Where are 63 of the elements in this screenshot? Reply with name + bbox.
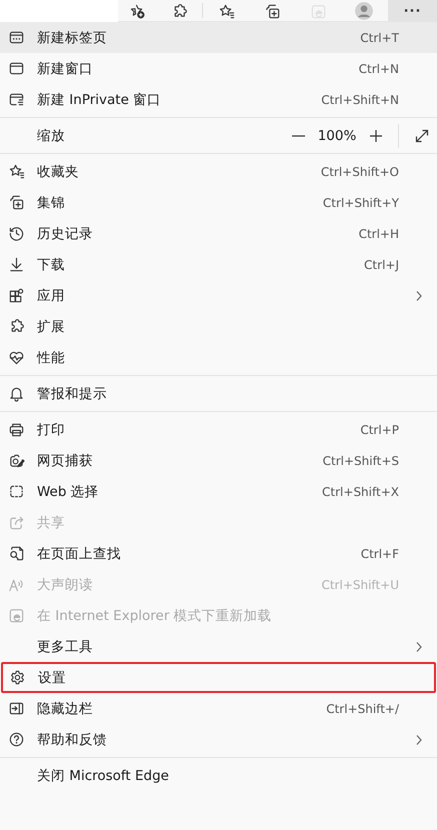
help-icon bbox=[8, 731, 25, 748]
settings-icon bbox=[9, 669, 26, 686]
shortcut-text: Ctrl+Shift+/ bbox=[326, 702, 399, 716]
menu-item[interactable]: 新建窗口 Ctrl+N bbox=[0, 53, 437, 84]
shortcut-text: Ctrl+Shift+U bbox=[321, 578, 399, 592]
apps-icon bbox=[8, 287, 25, 304]
shortcut-text: Ctrl+Shift+N bbox=[321, 92, 399, 106]
menu-item[interactable]: 下载 Ctrl+J bbox=[0, 249, 437, 280]
menu-item[interactable]: 扩展 bbox=[0, 311, 437, 342]
shortcut-text: Ctrl+N bbox=[358, 62, 399, 76]
shortcut-text: Ctrl+T bbox=[360, 30, 399, 44]
find-icon bbox=[8, 545, 25, 562]
collections-icon bbox=[264, 2, 280, 20]
menu-item[interactable]: 设置 bbox=[1, 662, 436, 693]
private-window-icon bbox=[8, 91, 25, 108]
ie-icon bbox=[8, 607, 25, 624]
menu-item[interactable]: 应用 bbox=[0, 280, 437, 311]
shortcut-text: Ctrl+Shift+X bbox=[322, 484, 399, 498]
shortcut-text: Ctrl+Shift+S bbox=[322, 454, 399, 468]
menu-item[interactable]: 打印 Ctrl+P bbox=[0, 414, 437, 445]
plus-icon bbox=[368, 128, 384, 144]
camera-pen-icon bbox=[8, 452, 25, 469]
menu-item[interactable]: 历史记录 Ctrl+H bbox=[0, 218, 437, 249]
zoom-level: 100% bbox=[316, 128, 358, 144]
more-button[interactable]: ··· bbox=[388, 0, 437, 22]
shortcut-text: Ctrl+Shift+Y bbox=[322, 196, 399, 210]
sidebar-icon bbox=[8, 700, 25, 717]
history-icon bbox=[8, 225, 25, 242]
shortcut-text: Ctrl+J bbox=[364, 258, 399, 272]
menu-item[interactable]: 更多工具 bbox=[0, 631, 437, 662]
download-icon bbox=[8, 256, 25, 273]
zoom-label: 缩放 bbox=[37, 126, 65, 144]
dashed-selection-icon bbox=[8, 483, 25, 500]
favorites-icon bbox=[8, 163, 25, 180]
menu-item[interactable]: 网页捕获 Ctrl+Shift+S bbox=[0, 445, 437, 476]
share-icon bbox=[8, 514, 25, 531]
menu-item[interactable]: 在页面上查找 Ctrl+F bbox=[0, 538, 437, 569]
window-icon bbox=[8, 60, 25, 77]
menu-item[interactable]: 帮助和反馈 bbox=[0, 724, 437, 755]
favorites-icon bbox=[218, 2, 234, 20]
avatar-icon bbox=[354, 1, 374, 21]
window-icon bbox=[8, 29, 25, 46]
star-plus-icon bbox=[128, 2, 146, 20]
menu-item[interactable]: 新建 InPrivate 窗口 Ctrl+Shift+N bbox=[0, 84, 437, 115]
menu-item[interactable]: 收藏夹 Ctrl+Shift+O bbox=[0, 156, 437, 187]
shortcut-text: Ctrl+H bbox=[358, 226, 399, 240]
menu-item[interactable]: 集锦 Ctrl+Shift+Y bbox=[0, 187, 437, 218]
menu-item[interactable]: Web 选择 Ctrl+Shift+X bbox=[0, 476, 437, 507]
menu-item[interactable]: 性能 bbox=[0, 342, 437, 373]
expand-icon bbox=[414, 128, 430, 144]
shortcut-text: Ctrl+Shift+O bbox=[320, 164, 399, 178]
minus-icon bbox=[292, 134, 304, 136]
menu-item[interactable]: 关闭 Microsoft Edge bbox=[0, 760, 437, 791]
collections-icon bbox=[8, 194, 25, 211]
menu-item[interactable]: 警报和提示 bbox=[0, 378, 437, 409]
shortcut-text: Ctrl+P bbox=[360, 422, 399, 436]
menu-item[interactable]: 隐藏边栏 Ctrl+Shift+/ bbox=[0, 693, 437, 724]
bell-icon bbox=[8, 385, 25, 402]
printer-icon bbox=[8, 421, 25, 438]
ie-icon bbox=[310, 2, 326, 20]
shortcut-text: Ctrl+F bbox=[360, 546, 399, 560]
menu-item[interactable]: 新建标签页 Ctrl+T bbox=[0, 22, 437, 53]
heart-pulse-icon bbox=[8, 349, 25, 366]
